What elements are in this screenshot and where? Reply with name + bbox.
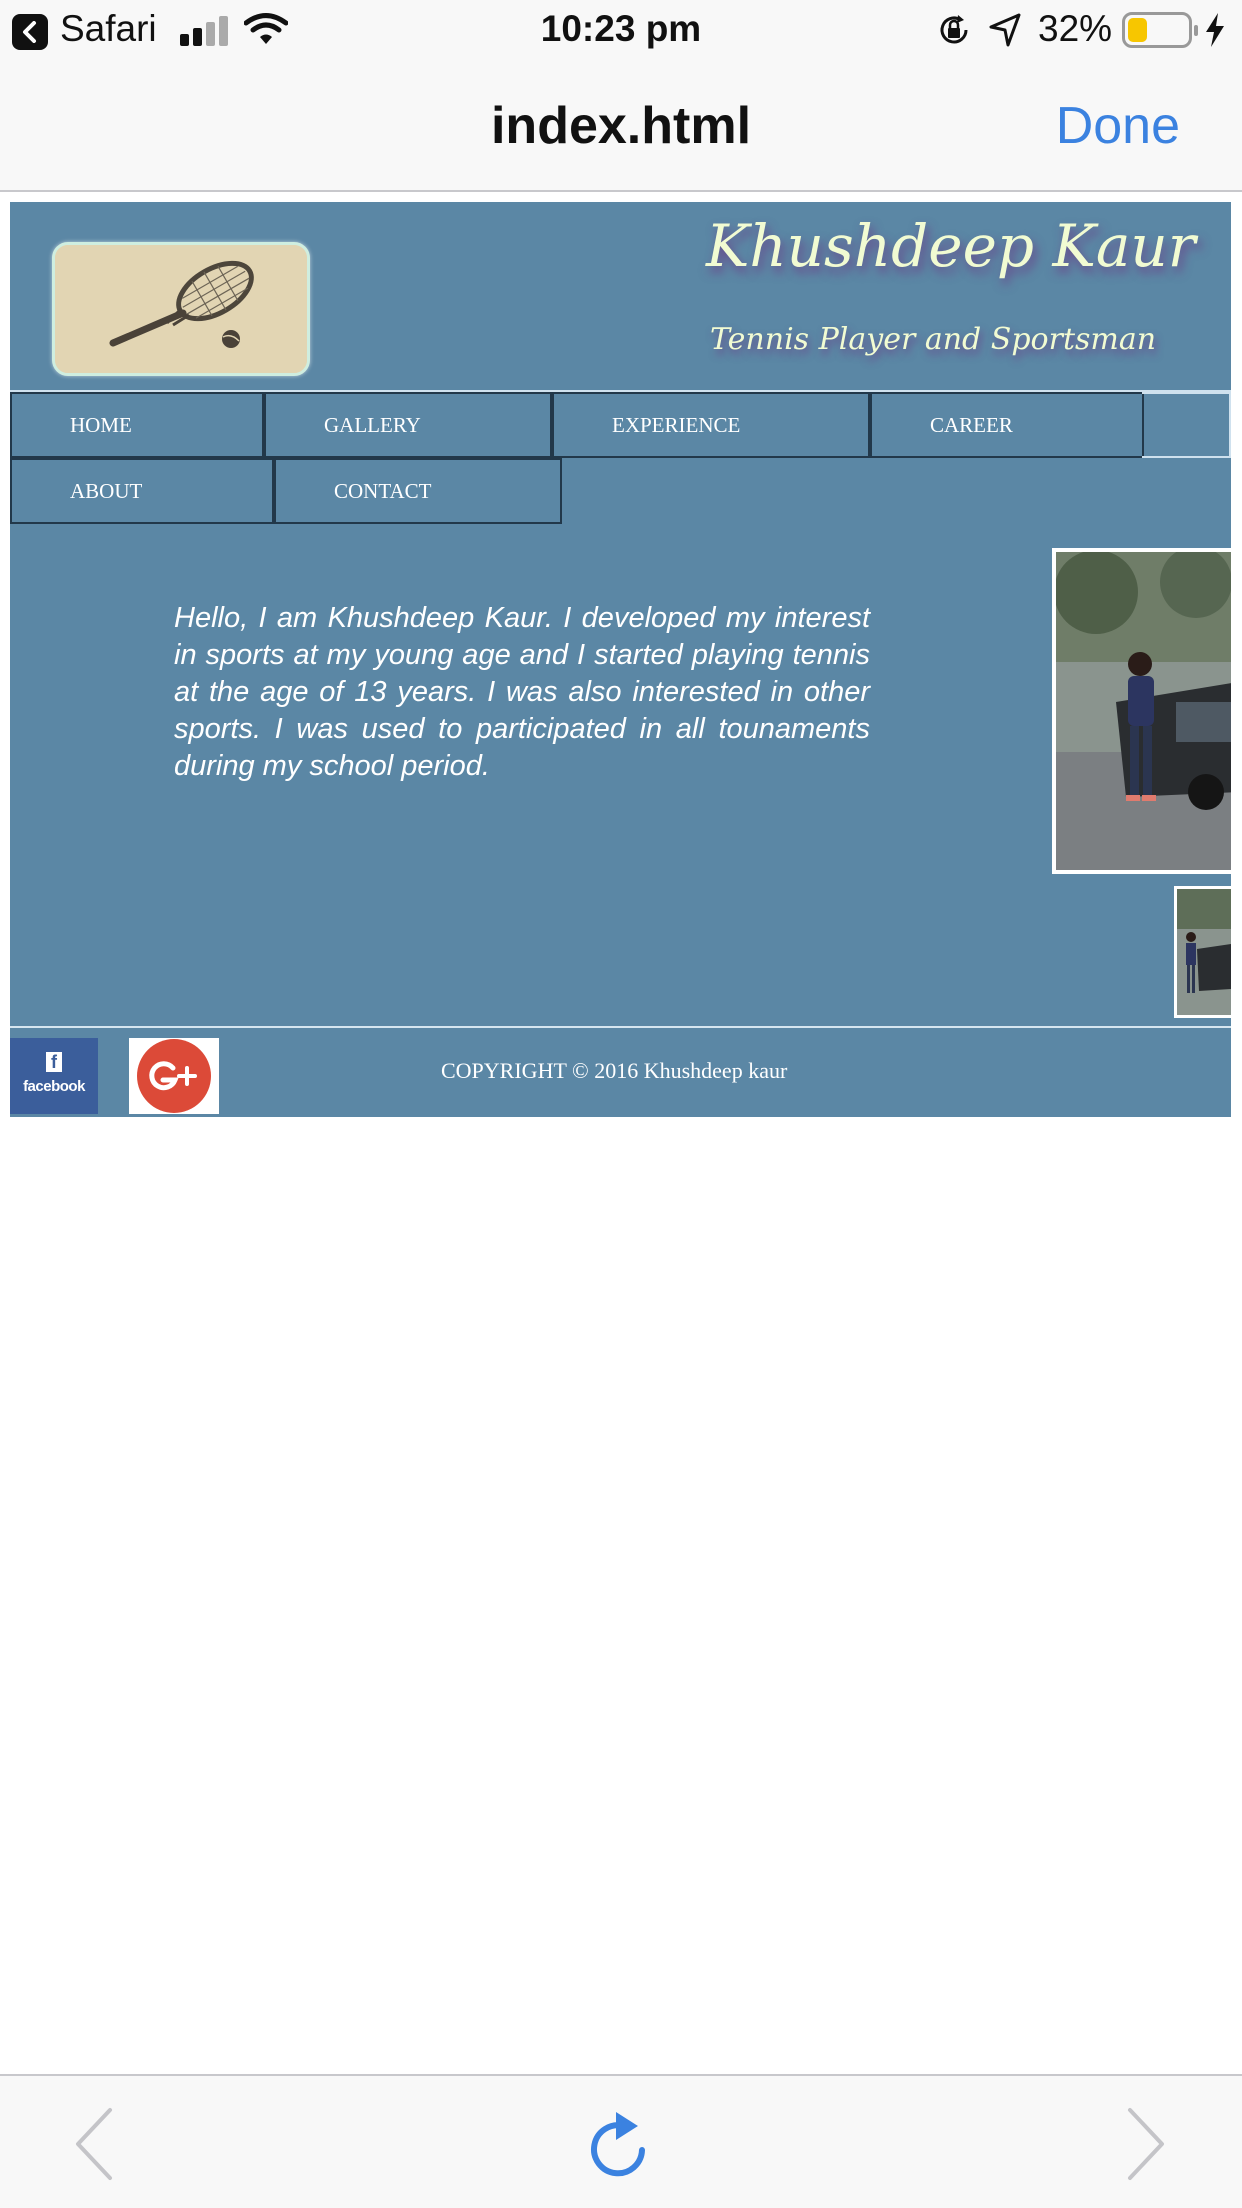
charging-icon: [1206, 13, 1224, 47]
battery-percentage: 32%: [1038, 8, 1113, 49]
reload-icon[interactable]: [588, 2108, 654, 2180]
profile-photo: [1052, 548, 1231, 874]
done-button[interactable]: Done: [1056, 96, 1180, 156]
tennis-logo-image: [52, 242, 310, 376]
location-icon: [989, 13, 1021, 47]
back-arrow-icon[interactable]: [72, 2106, 116, 2182]
menu-home-link[interactable]: HOME: [10, 392, 264, 458]
facebook-icon[interactable]: f facebook: [10, 1038, 98, 1114]
bottom-toolbar: [0, 2074, 1242, 2208]
site-subtitle: Tennis Player and Sportsman: [710, 322, 1157, 357]
webpage: Khushdeep Kaur Tennis Player and Sportsm…: [10, 202, 1231, 1117]
thumbnail-photo[interactable]: [1174, 886, 1231, 1018]
menu-gallery-link[interactable]: GALLERY: [264, 392, 552, 458]
menu-about-link[interactable]: ABOUT: [10, 458, 274, 524]
intro-paragraph: Hello, I am Khushdeep Kaur. I developed …: [174, 602, 870, 782]
menu-empty-cell: [1142, 392, 1231, 458]
copyright-text: COPYRIGHT © 2016 Khushdeep kaur: [441, 1058, 788, 1083]
rotation-lock-icon: [940, 15, 968, 44]
site-title: Khushdeep Kaur: [706, 212, 1196, 280]
battery-level-fill: [1128, 18, 1147, 42]
nav-header: index.html Done: [0, 60, 1242, 192]
facebook-f-glyph: f: [46, 1052, 62, 1072]
menu-contact-link[interactable]: CONTACT: [274, 458, 562, 524]
google-plus-icon[interactable]: [129, 1038, 219, 1114]
battery-icon: [1122, 12, 1198, 48]
status-bar: Safari 10:23 pm 32%: [0, 0, 1242, 60]
menu-experience-link[interactable]: EXPERIENCE: [552, 392, 870, 458]
footer-divider: [10, 1026, 1231, 1028]
facebook-label: facebook: [23, 1078, 85, 1095]
menu-career-link[interactable]: CAREER: [870, 392, 1144, 458]
forward-arrow-icon[interactable]: [1124, 2106, 1168, 2182]
